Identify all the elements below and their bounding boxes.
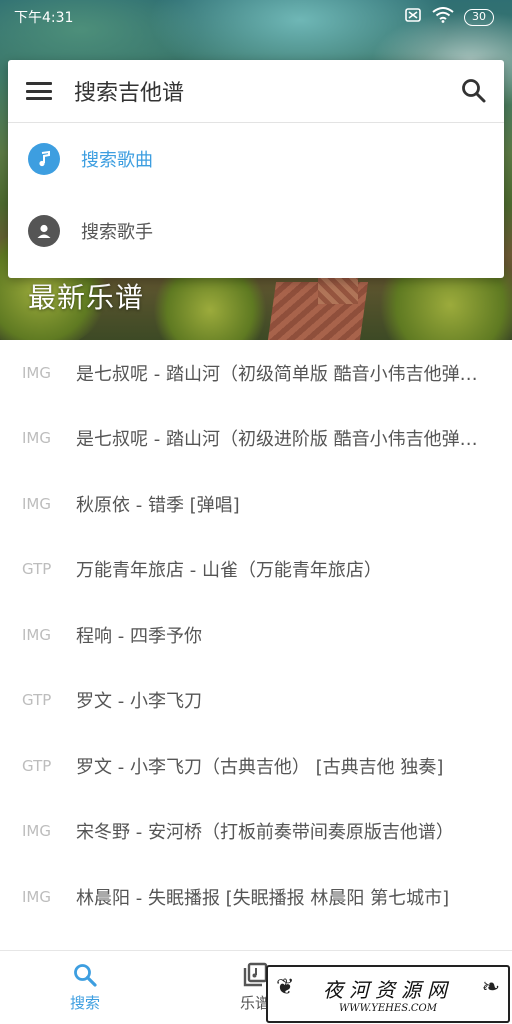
search-input[interactable]: 搜索吉他谱 (74, 75, 460, 107)
score-title: 罗文 - 小李飞刀 (76, 691, 202, 713)
list-item[interactable]: IMG 秋原依 - 错季 [弹唱] (0, 471, 512, 537)
search-panel: 搜索吉他谱 搜索歌曲 搜索歌手 (8, 60, 504, 278)
wifi-icon (432, 7, 454, 27)
score-type-tag: GTP (22, 560, 52, 579)
score-title: 是七叔呢 - 踏山河（初级简单版 酷音小伟吉他弹唱） (76, 363, 496, 385)
list-item[interactable]: IMG 程响 - 四季予你 (0, 602, 512, 668)
score-type-tag: IMG (22, 887, 51, 906)
score-type-tag: IMG (22, 625, 51, 644)
list-item[interactable]: GTP 罗文 - 小李飞刀 (0, 668, 512, 734)
account-icon (28, 215, 60, 247)
score-title: 是七叔呢 - 踏山河（初级进阶版 酷音小伟吉他弹唱） (76, 429, 496, 451)
list-item[interactable]: IMG 林晨阳 - 失眠播报 [失眠播报 林晨阳 第七城市] (0, 864, 512, 930)
watermark-url: WWW.YEHES.COM (339, 1003, 437, 1014)
list-item[interactable]: IMG 是七叔呢 - 踏山河（初级进阶版 酷音小伟吉他弹唱） (0, 406, 512, 472)
search-artists-option[interactable]: 搜索歌手 (8, 195, 504, 267)
score-type-tag: IMG (22, 363, 51, 382)
nav-search[interactable]: 搜索 (0, 951, 170, 1024)
score-type-tag: IMG (22, 494, 51, 513)
alarm-off-icon (404, 6, 422, 28)
status-time: 下午4:31 (14, 10, 74, 26)
score-type-tag: GTP (22, 691, 52, 710)
menu-icon[interactable] (26, 80, 52, 102)
ornament-icon: ❧ (481, 975, 500, 1000)
ornament-icon: ❦ (276, 975, 295, 1000)
library-icon (243, 962, 268, 987)
battery-indicator: 30 (464, 8, 494, 26)
search-artists-label: 搜索歌手 (81, 222, 153, 243)
search-bar: 搜索吉他谱 (8, 60, 504, 123)
score-title: 秋原依 - 错季 [弹唱] (76, 494, 240, 516)
score-title: 罗文 - 小李飞刀（古典吉他） [古典吉他 独奏] (76, 756, 444, 778)
list-item[interactable]: IMG 是七叔呢 - 踏山河（初级简单版 酷音小伟吉他弹唱） (0, 340, 512, 406)
watermark: ❦ ❧ 夜河资源网 WWW.YEHES.COM (266, 965, 510, 1023)
score-list: IMG 是七叔呢 - 踏山河（初级简单版 酷音小伟吉他弹唱） IMG 是七叔呢 - … (0, 340, 512, 930)
score-type-tag: IMG (22, 429, 51, 448)
score-title: 万能青年旅店 - 山雀（万能青年旅店） (76, 560, 382, 582)
status-bar: 下午4:31 30 (0, 0, 512, 34)
score-type-tag: GTP (22, 756, 52, 775)
search-songs-option[interactable]: 搜索歌曲 (8, 123, 504, 195)
list-item[interactable]: IMG 宋冬野 - 安河桥（打板前奏带间奏原版吉他谱） (0, 799, 512, 865)
search-icon (74, 964, 97, 987)
nav-search-label: 搜索 (69, 994, 100, 1012)
list-item[interactable]: GTP 万能青年旅店 - 山雀（万能青年旅店） (0, 537, 512, 603)
list-item[interactable]: GTP 罗文 - 小李飞刀（古典吉他） [古典吉他 独奏] (0, 733, 512, 799)
search-icon[interactable] (460, 77, 488, 105)
score-title: 林晨阳 - 失眠播报 [失眠播报 林晨阳 第七城市] (76, 887, 450, 909)
search-songs-label: 搜索歌曲 (81, 150, 153, 171)
score-title: 宋冬野 - 安河桥（打板前奏带间奏原版吉他谱） (76, 822, 454, 844)
score-type-tag: IMG (22, 822, 51, 841)
score-title: 程响 - 四季予你 (76, 625, 202, 647)
watermark-name: 夜河资源网 (323, 978, 453, 1002)
music-note-icon (28, 143, 60, 175)
page-title: 最新乐谱 (28, 281, 145, 314)
